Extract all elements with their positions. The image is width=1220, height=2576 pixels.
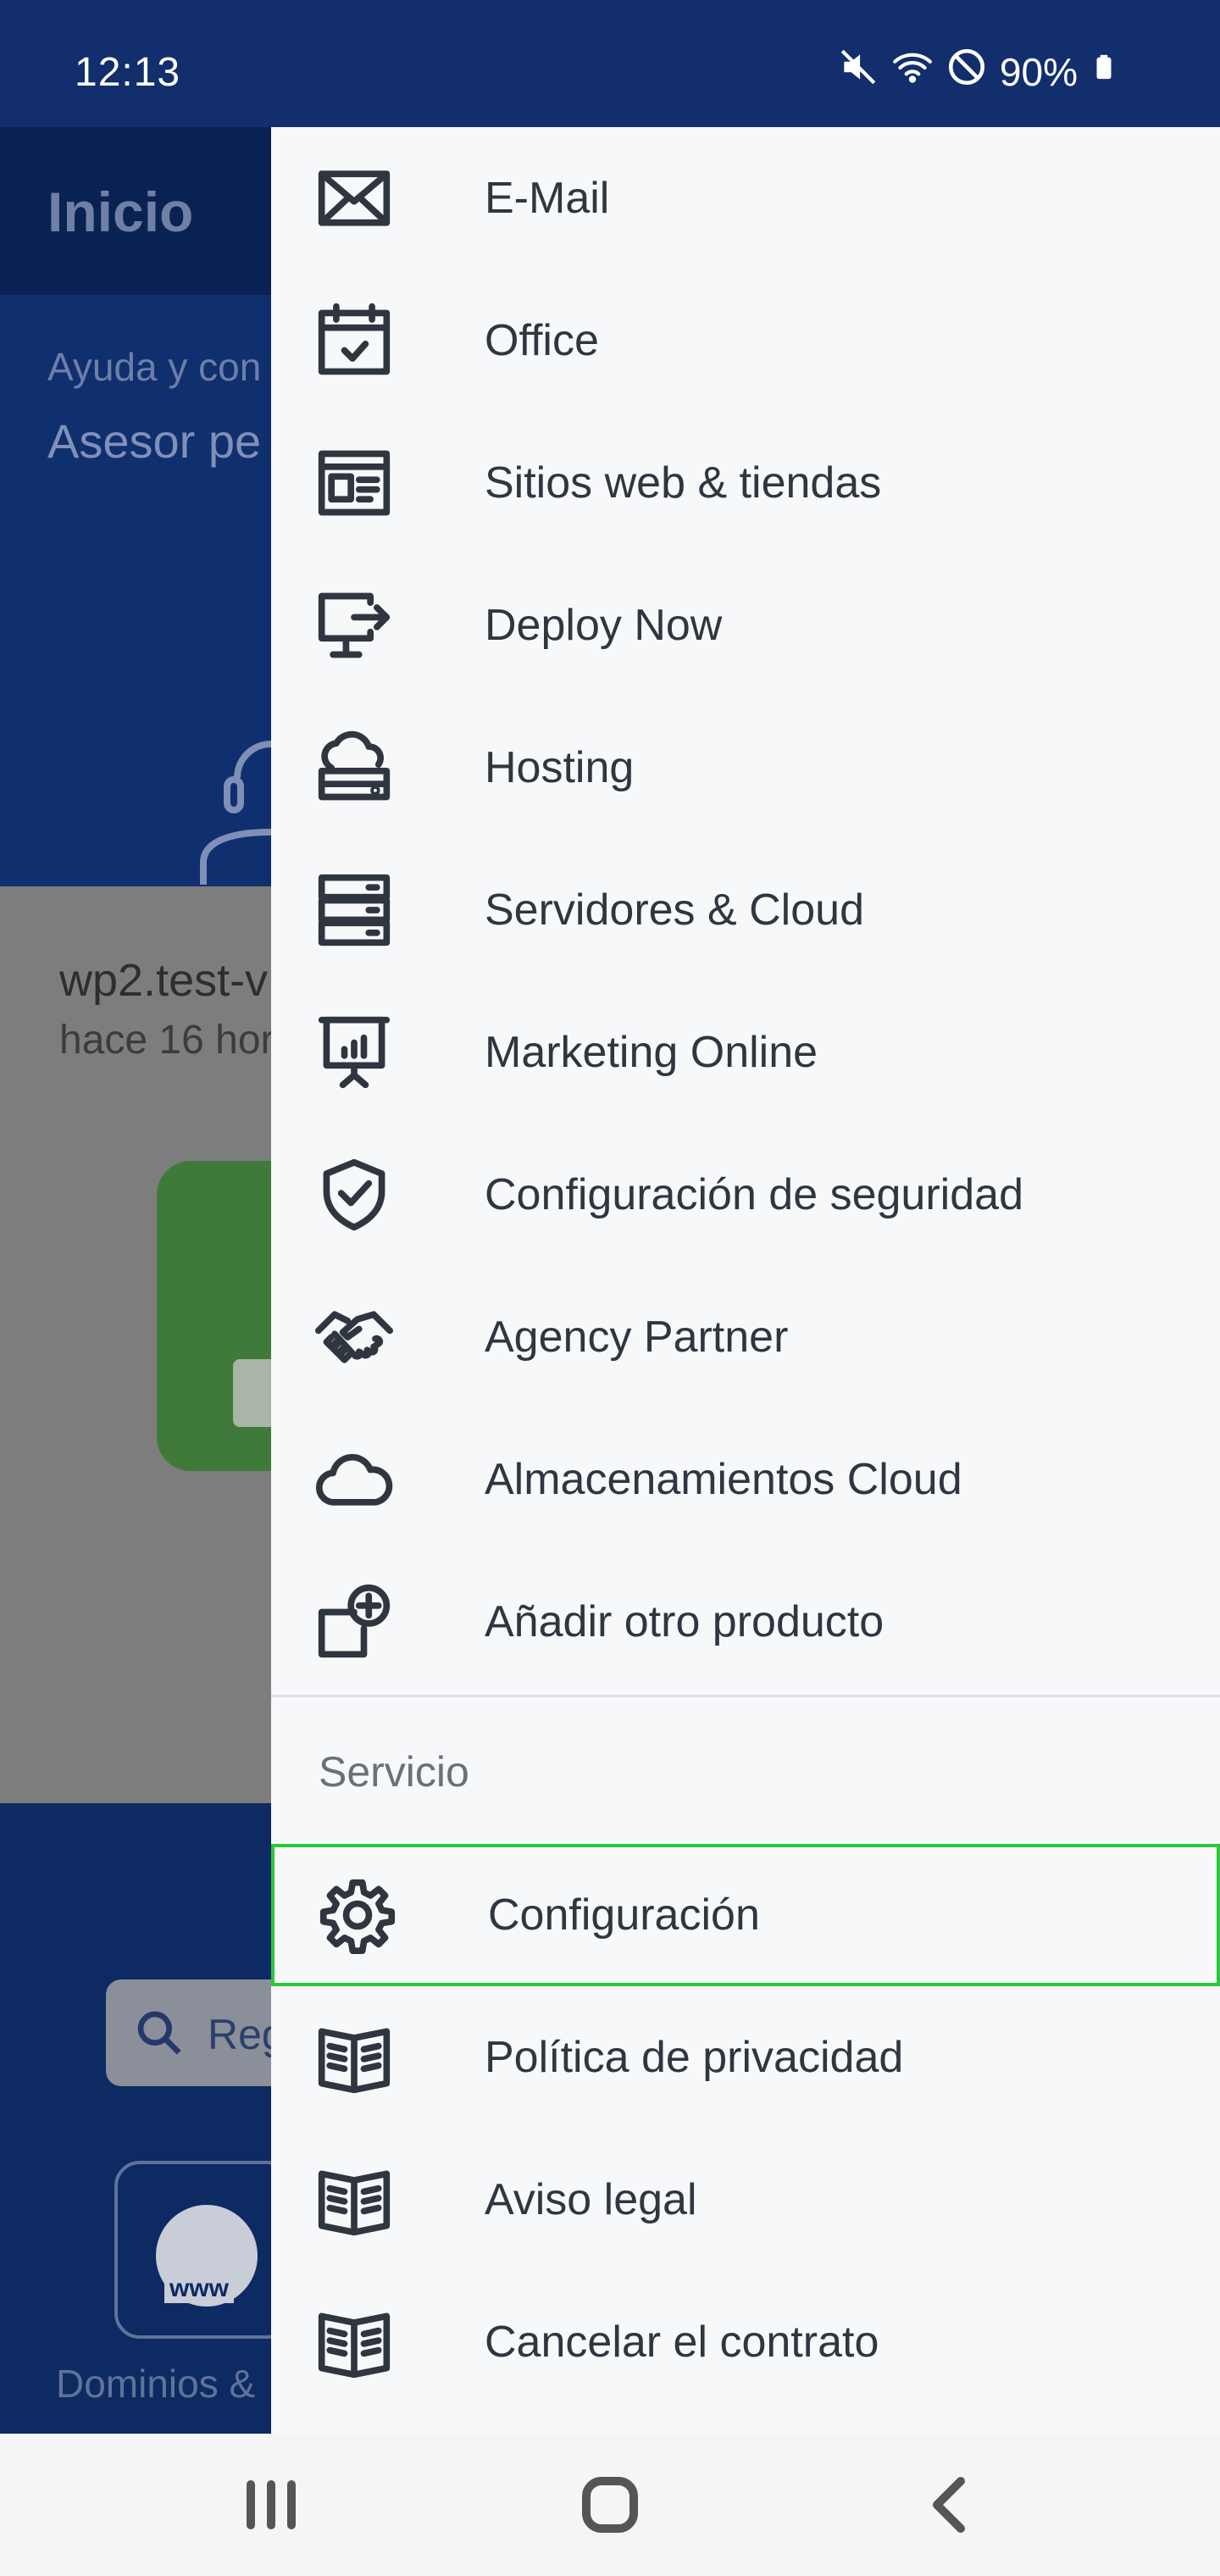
- search-icon: [137, 2011, 181, 2055]
- do-not-disturb-icon: [946, 46, 988, 97]
- website-icon: [315, 444, 393, 522]
- menu-item-hosting[interactable]: Hosting: [271, 697, 1220, 839]
- tile-label: Dominios &: [56, 2362, 256, 2406]
- menu-item-label: Sitios web & tiendas: [485, 458, 882, 508]
- mute-icon: [837, 46, 879, 97]
- menu-item-settings[interactable]: Configuración: [271, 1844, 1220, 1986]
- tile-text: www: [164, 2274, 235, 2303]
- menu-item-cancel-contract[interactable]: Cancelar el contrato: [271, 2271, 1220, 2413]
- menu-item-label: Aviso legal: [485, 2175, 697, 2224]
- site-domain: wp2.test-v: [59, 955, 269, 1006]
- menu-item-office[interactable]: Office: [271, 269, 1220, 412]
- handshake-icon: [315, 1298, 393, 1376]
- menu-item-label: Configuración: [488, 1890, 760, 1940]
- status-time: 12:13: [75, 50, 181, 95]
- monitor-deploy-icon: [315, 586, 393, 664]
- wifi-icon: [891, 46, 934, 97]
- book-icon: [315, 2303, 393, 2381]
- status-bar: 12:13 90%: [0, 0, 1220, 127]
- server-rack-icon: [315, 871, 393, 949]
- menu-item-cloud-storage[interactable]: Almacenamientos Cloud: [271, 1408, 1220, 1551]
- add-product-icon: [315, 1583, 393, 1661]
- battery-level: 90%: [999, 49, 1078, 94]
- divider: [271, 1695, 1220, 1697]
- site-timestamp: hace 16 hor: [59, 1018, 274, 1063]
- menu-item-add-product[interactable]: Añadir otro producto: [271, 1551, 1220, 1693]
- menu-item-label: Cancelar el contrato: [485, 2318, 879, 2367]
- help-title: Asesor pe: [47, 414, 262, 468]
- battery-icon: [1090, 46, 1118, 97]
- presentation-icon: [315, 1013, 393, 1091]
- cloud-server-icon: [315, 729, 393, 807]
- book-icon: [315, 2018, 393, 2096]
- menu-item-email[interactable]: E-Mail: [271, 127, 1220, 269]
- domains-tile: www: [114, 2161, 292, 2339]
- menu-item-websites[interactable]: Sitios web & tiendas: [271, 412, 1220, 554]
- menu-item-deploy-now[interactable]: Deploy Now: [271, 554, 1220, 697]
- menu-item-label: Deploy Now: [485, 601, 723, 650]
- help-subtitle: Ayuda y con: [47, 345, 262, 389]
- back-icon[interactable]: [917, 2471, 984, 2539]
- menu-item-agency-partner[interactable]: Agency Partner: [271, 1266, 1220, 1408]
- shield-check-icon: [315, 1156, 393, 1234]
- menu-item-label: Configuración de seguridad: [485, 1170, 1023, 1219]
- calendar-icon: [315, 302, 393, 380]
- navigation-drawer: E-Mail Office Sitios web & tiendas Deplo…: [271, 127, 1220, 2434]
- page-title: Inicio: [47, 180, 194, 243]
- menu-item-marketing-online[interactable]: Marketing Online: [271, 981, 1220, 1124]
- menu-item-label: Servidores & Cloud: [485, 886, 864, 935]
- menu-item-label: Office: [485, 316, 599, 365]
- menu-item-label: E-Mail: [485, 174, 610, 223]
- book-icon: [315, 2161, 393, 2239]
- menu-item-label: Hosting: [485, 743, 635, 792]
- menu-item-label: Política de privacidad: [485, 2033, 904, 2082]
- menu-item-legal-notice[interactable]: Aviso legal: [271, 2129, 1220, 2271]
- menu-item-label: Marketing Online: [485, 1028, 818, 1077]
- home-icon[interactable]: [576, 2471, 644, 2539]
- section-header-service: Servicio: [319, 1748, 469, 1796]
- cloud-icon: [315, 1441, 393, 1518]
- system-nav-bar: [0, 2434, 1220, 2576]
- menu-item-label: Añadir otro producto: [485, 1597, 884, 1646]
- menu-item-servers-cloud[interactable]: Servidores & Cloud: [271, 839, 1220, 981]
- mail-icon: [315, 159, 393, 237]
- recent-apps-icon[interactable]: [237, 2471, 305, 2539]
- menu-item-privacy-policy[interactable]: Política de privacidad: [271, 1986, 1220, 2129]
- menu-item-label: Agency Partner: [485, 1313, 789, 1362]
- menu-item-label: Almacenamientos Cloud: [485, 1455, 962, 1504]
- gear-icon: [319, 1876, 396, 1954]
- menu-item-security[interactable]: Configuración de seguridad: [271, 1124, 1220, 1266]
